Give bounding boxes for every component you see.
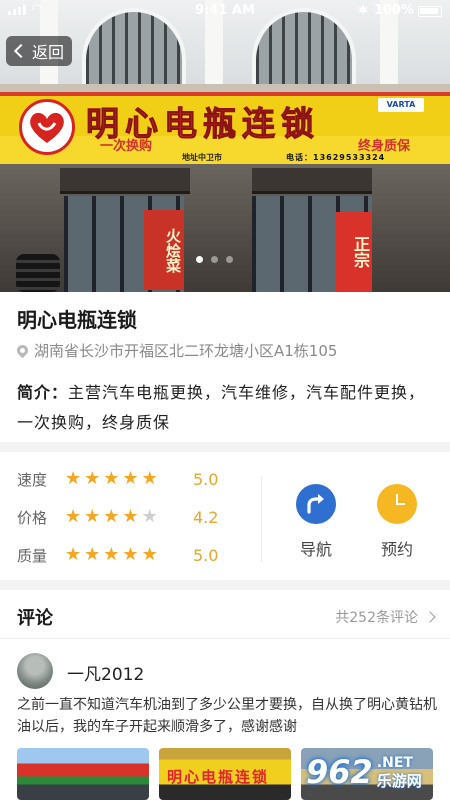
star-icon: ★ — [122, 468, 139, 489]
carousel-dot[interactable] — [196, 256, 203, 263]
back-label: 返回 — [32, 43, 65, 62]
avatar[interactable] — [17, 653, 53, 689]
rating-score: 4.2 — [193, 507, 219, 527]
star-icon: ★ — [65, 468, 82, 489]
star-icon: ★ — [103, 506, 120, 527]
comments-title: 评论 — [17, 608, 53, 629]
navigate-button[interactable]: 导航 — [285, 484, 347, 560]
star-icon: ★ — [103, 544, 120, 565]
tire-stack — [16, 254, 60, 292]
location-pin-icon — [14, 342, 31, 359]
carousel-dot[interactable] — [226, 256, 233, 263]
star-icon: ★ — [103, 468, 120, 489]
book-button[interactable]: 预约 — [366, 484, 428, 560]
star-icon: ★ — [84, 544, 101, 565]
star-icon: ★ — [141, 544, 158, 565]
star-icon: ★ — [65, 544, 82, 565]
rating-stars: ★ ★ ★ ★ ★ — [65, 469, 191, 489]
chevron-right-icon — [424, 611, 436, 623]
intro-text: 主营汽车电瓶更换，汽车维修，汽车配件更换，一次换购，终身质保 — [17, 383, 426, 432]
star-icon: ★ — [65, 506, 82, 527]
red-banner: 正宗 — [336, 212, 372, 292]
watermark-number: 962 — [306, 753, 373, 791]
carousel-dot[interactable] — [211, 256, 218, 263]
battery-percent: 100% — [373, 3, 414, 18]
watermark-name: 乐游网 — [376, 772, 422, 790]
rating-label: 质量 — [17, 546, 48, 565]
all-comments-link[interactable]: 共252条评论 — [335, 607, 436, 627]
comments-divider — [0, 638, 450, 639]
star-icon: ★ — [122, 544, 139, 565]
section-divider — [0, 580, 450, 590]
watermark-domain: .NET — [376, 755, 413, 771]
chevron-left-icon — [13, 43, 29, 59]
comments-total: 共252条评论 — [335, 610, 418, 626]
back-button[interactable]: 返回 — [6, 36, 72, 66]
clock-icon — [377, 484, 417, 524]
photo-sign-text: 明心电瓶连锁 — [167, 768, 270, 786]
rating-stars: ★ ★ ★ ★ ★ — [65, 545, 191, 565]
rating-stars: ★ ★ ★ ★ ★ — [65, 507, 191, 527]
section-divider — [0, 442, 450, 452]
carousel-indicator[interactable] — [196, 256, 233, 263]
store-address[interactable]: 湖南省长沙市开福区北二环龙塘小区A1栋105 — [14, 340, 338, 361]
rating-row-price: 价格 ★ ★ ★ ★ ★ 4.2 — [17, 506, 218, 528]
comment-photo[interactable]: 明心电瓶连锁 — [159, 748, 291, 800]
book-label: 预约 — [380, 540, 413, 559]
heart-logo-icon — [19, 99, 75, 155]
rating-score: 5.0 — [193, 469, 219, 489]
bluetooth-icon: ✱ — [357, 3, 368, 17]
star-icon: ★ — [122, 506, 139, 527]
vertical-divider — [261, 476, 262, 562]
star-icon: ★ — [141, 506, 158, 527]
star-icon: ★ — [84, 506, 101, 527]
red-banner: 火烩菜 — [144, 210, 184, 290]
store-name: 明心电瓶连锁 — [17, 308, 137, 332]
rating-label: 速度 — [17, 470, 48, 489]
navigate-label: 导航 — [299, 540, 332, 559]
navigate-arrow-icon — [296, 484, 336, 524]
site-watermark-logo: 962 .NET 乐游网 — [306, 748, 442, 796]
sign-phone: 电话：13629533324 — [286, 153, 386, 162]
store-address-text: 湖南省长沙市开福区北二环龙塘小区A1栋105 — [34, 342, 338, 360]
status-bar: ◠ 9:41 AM ✱ 100% — [0, 0, 450, 22]
rating-score: 5.0 — [193, 545, 219, 565]
sign-address: 地址中卫市 — [182, 153, 222, 162]
rating-row-quality: 质量 ★ ★ ★ ★ ★ 5.0 — [17, 544, 218, 566]
store-intro: 简介：主营汽车电瓶更换，汽车维修，汽车配件更换，一次换购，终身质保 — [17, 378, 437, 438]
star-icon: ★ — [84, 468, 101, 489]
sign-brand-mark: VARTA — [378, 98, 424, 112]
rating-row-speed: 速度 ★ ★ ★ ★ ★ 5.0 — [17, 468, 218, 490]
comment-photo[interactable] — [17, 748, 149, 800]
comment-username[interactable]: 一凡2012 — [67, 660, 144, 685]
star-icon: ★ — [141, 468, 158, 489]
rating-label: 价格 — [17, 508, 48, 527]
intro-label: 简介： — [17, 383, 69, 402]
battery-icon — [418, 6, 442, 17]
comment-text: 之前一直不知道汽车机油到了多少公里才要换，自从换了明心黄钻机油以后，我的车子开起… — [17, 697, 437, 735]
